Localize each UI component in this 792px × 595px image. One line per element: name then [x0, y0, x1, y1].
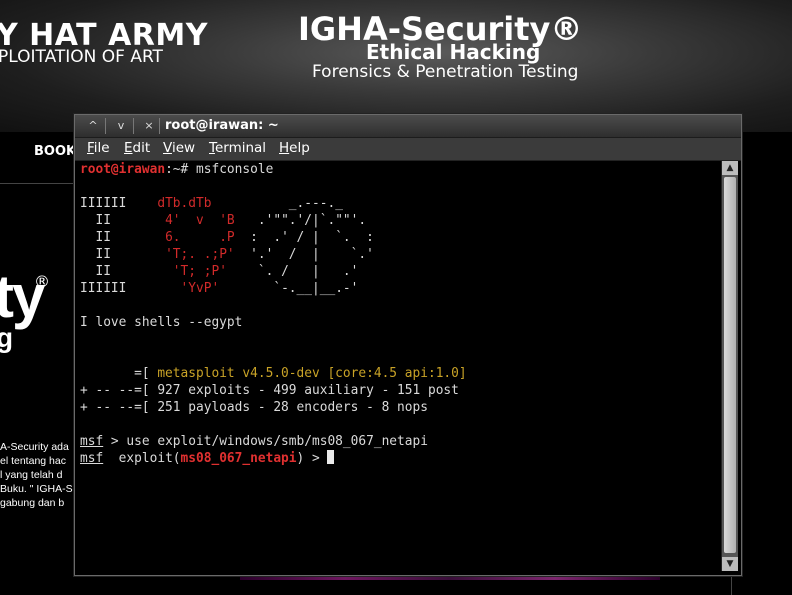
exploit-suffix: ) >: [296, 451, 328, 466]
command-text: > use exploit/windows/smb/ms08_067_netap…: [103, 434, 428, 449]
banner-left: II: [80, 264, 127, 279]
banner-right: `-.__|__.-': [242, 281, 359, 296]
brand-tagline: Forensics & Penetration Testing: [312, 62, 579, 82]
tagline: I love shells --egypt: [80, 315, 243, 330]
site-header: Y HAT ARMY PLOITATION OF ART IGHA-Securi…: [0, 0, 792, 132]
banner-mid: 'T;. .;P': [126, 247, 243, 262]
banner-mid: 'T; ;P': [126, 264, 243, 279]
divider: [731, 575, 732, 595]
menu-help[interactable]: Help: [279, 140, 310, 156]
side-logo-sub: g: [0, 322, 14, 353]
scroll-up-icon[interactable]: ▲: [722, 161, 738, 175]
version-prefix: =[: [80, 366, 158, 381]
divider: [133, 118, 134, 134]
divider: [159, 118, 160, 134]
banner-left: II: [80, 230, 127, 245]
prompt-user: root@irawan: [80, 162, 166, 177]
menu-terminal[interactable]: Terminal: [209, 140, 266, 156]
banner-left: II: [80, 247, 127, 262]
prompt-path: :~#: [165, 162, 196, 177]
banner-right: _.---._: [226, 196, 343, 211]
shade-icon[interactable]: ^: [85, 118, 101, 134]
window-titlebar[interactable]: ^ v × root@irawan: ~: [75, 115, 741, 138]
banner-mid: 4' v 'B: [126, 213, 243, 228]
paragraph-line: el tentang hac: [0, 455, 66, 467]
menu-file[interactable]: File: [87, 140, 110, 156]
paragraph-line: Buku. " IGHA-S: [0, 483, 73, 495]
brand-subtitle: Ethical Hacking: [366, 40, 541, 64]
banner-right: `. / | .': [242, 264, 359, 279]
scroll-down-icon[interactable]: ▼: [722, 557, 738, 571]
scrollbar-thumb[interactable]: [724, 177, 736, 553]
divider: [105, 118, 106, 134]
exploit-module: ms08_067_netapi: [180, 451, 297, 466]
menu-bar: File Edit View Terminal Help: [75, 138, 741, 161]
terminal-window[interactable]: ^ v × root@irawan: ~ File Edit View Term…: [74, 114, 742, 576]
msf-prompt: msf: [80, 451, 104, 466]
nav-link-book[interactable]: BOOK: [34, 144, 76, 159]
minimize-icon[interactable]: v: [113, 118, 129, 134]
banner-right: .'"".'/|`.""'.: [242, 213, 367, 228]
terminal-output[interactable]: root@irawan:~# msfconsole IIIIII dTb.dTb…: [80, 161, 720, 569]
msf-prompt: msf: [80, 434, 104, 449]
banner-mid: dTb.dTb: [126, 196, 227, 211]
divider: [0, 183, 80, 184]
banner-mid: 'YvP': [126, 281, 243, 296]
menu-view[interactable]: View: [163, 140, 195, 156]
banner-left: IIIIII: [80, 196, 127, 211]
window-title: root@irawan: ~: [165, 118, 279, 133]
paragraph-line: gabung dan b: [0, 497, 65, 509]
text-cursor[interactable]: [327, 450, 335, 464]
stats-payloads: + -- --=[ 251 payloads - 28 encoders - 8…: [80, 400, 428, 415]
stats-exploits: + -- --=[ 927 exploits - 499 auxiliary -…: [80, 383, 459, 398]
site-subtitle: PLOITATION OF ART: [0, 47, 163, 67]
banner-left: II: [80, 213, 127, 228]
exploit-prefix: exploit(: [103, 451, 181, 466]
command-text: msfconsole: [196, 162, 274, 177]
banner-left: IIIIII: [80, 281, 127, 296]
side-paragraph: A-Security ada el tentang hac l yang tel…: [0, 440, 80, 510]
close-icon[interactable]: ×: [141, 118, 157, 134]
vertical-scrollbar[interactable]: ▲ ▼: [721, 161, 738, 571]
banner-right: : .' / | `. :: [242, 230, 374, 245]
menu-edit[interactable]: Edit: [124, 140, 150, 156]
side-logo-registered: ®: [34, 272, 50, 291]
banner-mid: 6. .P: [126, 230, 243, 245]
paragraph-line: A-Security ada: [0, 441, 69, 453]
paragraph-line: l yang telah d: [0, 469, 63, 481]
version-text: metasploit v4.5.0-dev [core:4.5 api:1.0]: [157, 366, 467, 381]
banner-right: '.' / | `.': [242, 247, 374, 262]
